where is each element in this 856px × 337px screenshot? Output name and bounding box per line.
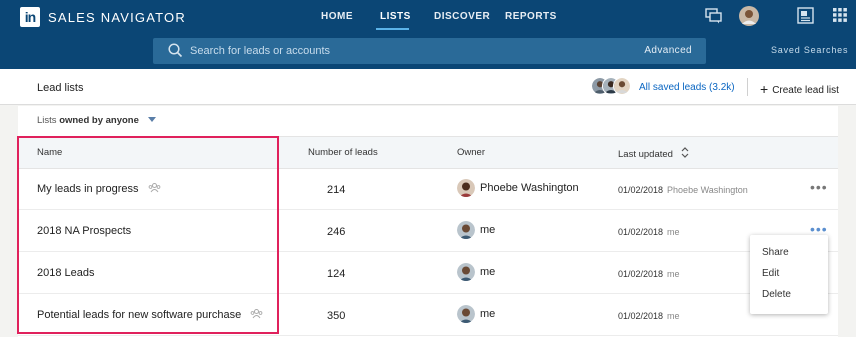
- owner-name: me: [480, 266, 496, 278]
- updated-by: me: [667, 269, 680, 279]
- row-actions-menu: Share Edit Delete: [750, 235, 828, 314]
- top-navigation-bar: in SALES NAVIGATOR HOME LISTS DISCOVER R…: [0, 0, 856, 69]
- owner-name: me: [480, 308, 496, 320]
- caret-down-icon: [147, 117, 156, 122]
- last-updated-cell: 01/02/2018 me: [618, 227, 680, 237]
- lead-count: 214: [327, 184, 346, 196]
- page-header: Lead lists All saved leads (3.2k) + Creat…: [0, 69, 856, 105]
- column-header-number-of-leads: Number of leads: [308, 147, 378, 158]
- plus-icon: +: [760, 81, 769, 97]
- updated-by: Phoebe Washington: [667, 185, 748, 195]
- search-bar[interactable]: Advanced: [153, 38, 706, 64]
- nav-home[interactable]: HOME: [321, 11, 353, 22]
- profile-avatar[interactable]: [739, 6, 759, 26]
- all-saved-leads-link[interactable]: All saved leads (3.2k): [639, 82, 735, 93]
- page-title: Lead lists: [37, 82, 84, 94]
- menu-item-edit[interactable]: Edit: [762, 268, 779, 279]
- more-options-icon[interactable]: •••: [810, 179, 828, 195]
- search-icon: [168, 43, 183, 58]
- owner-name: me: [480, 224, 496, 236]
- advanced-search-link[interactable]: Advanced: [644, 45, 692, 56]
- nav-lists[interactable]: LISTS: [380, 11, 411, 22]
- owner-avatar: [457, 221, 475, 239]
- menu-item-delete[interactable]: Delete: [762, 289, 791, 300]
- search-input[interactable]: [190, 38, 630, 64]
- brand-name: SALES NAVIGATOR: [48, 10, 186, 25]
- last-updated-cell: 01/02/2018 me: [618, 311, 680, 321]
- owner-cell: me: [457, 221, 495, 239]
- lead-avatar: [613, 77, 631, 95]
- owner-name: Phoebe Washington: [480, 182, 579, 194]
- nav-reports[interactable]: REPORTS: [505, 11, 557, 22]
- updated-date: 01/02/2018: [618, 269, 664, 279]
- owner-cell: Phoebe Washington: [457, 179, 579, 197]
- owner-avatar: [457, 263, 475, 281]
- column-header-owner: Owner: [457, 147, 485, 158]
- updated-by: me: [667, 227, 680, 237]
- updated-by: me: [667, 311, 680, 321]
- updated-date: 01/02/2018: [618, 185, 664, 195]
- lead-count: 350: [327, 310, 346, 322]
- header-divider: [747, 78, 748, 96]
- last-updated-cell: 01/02/2018 me: [618, 269, 680, 279]
- filter-prefix: Lists: [37, 115, 57, 126]
- notes-icon[interactable]: [797, 7, 814, 24]
- owner-avatar: [457, 179, 475, 197]
- active-tab-indicator: [376, 28, 409, 30]
- owner-cell: me: [457, 263, 495, 281]
- create-lead-list-button[interactable]: + Create lead list: [760, 81, 839, 97]
- column-header-last-updated[interactable]: Last updated: [618, 147, 689, 160]
- menu-item-share[interactable]: Share: [762, 247, 789, 258]
- name-column-highlight: [17, 136, 279, 334]
- sort-icon[interactable]: [681, 147, 689, 158]
- lead-count: 246: [327, 226, 346, 238]
- saved-leads-avatars[interactable]: [591, 77, 635, 97]
- updated-date: 01/02/2018: [618, 311, 664, 321]
- nav-discover[interactable]: DISCOVER: [434, 11, 490, 22]
- saved-searches-link[interactable]: Saved Searches: [771, 45, 848, 55]
- apps-grid-icon[interactable]: [833, 8, 847, 22]
- owner-cell: me: [457, 305, 495, 323]
- last-updated-cell: 01/02/2018 Phoebe Washington: [618, 185, 748, 195]
- create-lead-list-label: Create lead list: [772, 85, 839, 96]
- linkedin-logo[interactable]: in: [20, 7, 40, 27]
- updated-date: 01/02/2018: [618, 227, 664, 237]
- owner-avatar: [457, 305, 475, 323]
- filter-value: owned by anyone: [59, 115, 139, 126]
- last-updated-label: Last updated: [618, 149, 673, 160]
- lead-count: 124: [327, 268, 346, 280]
- owner-filter-dropdown[interactable]: Lists owned by anyone: [37, 115, 156, 126]
- messaging-icon[interactable]: [705, 8, 722, 24]
